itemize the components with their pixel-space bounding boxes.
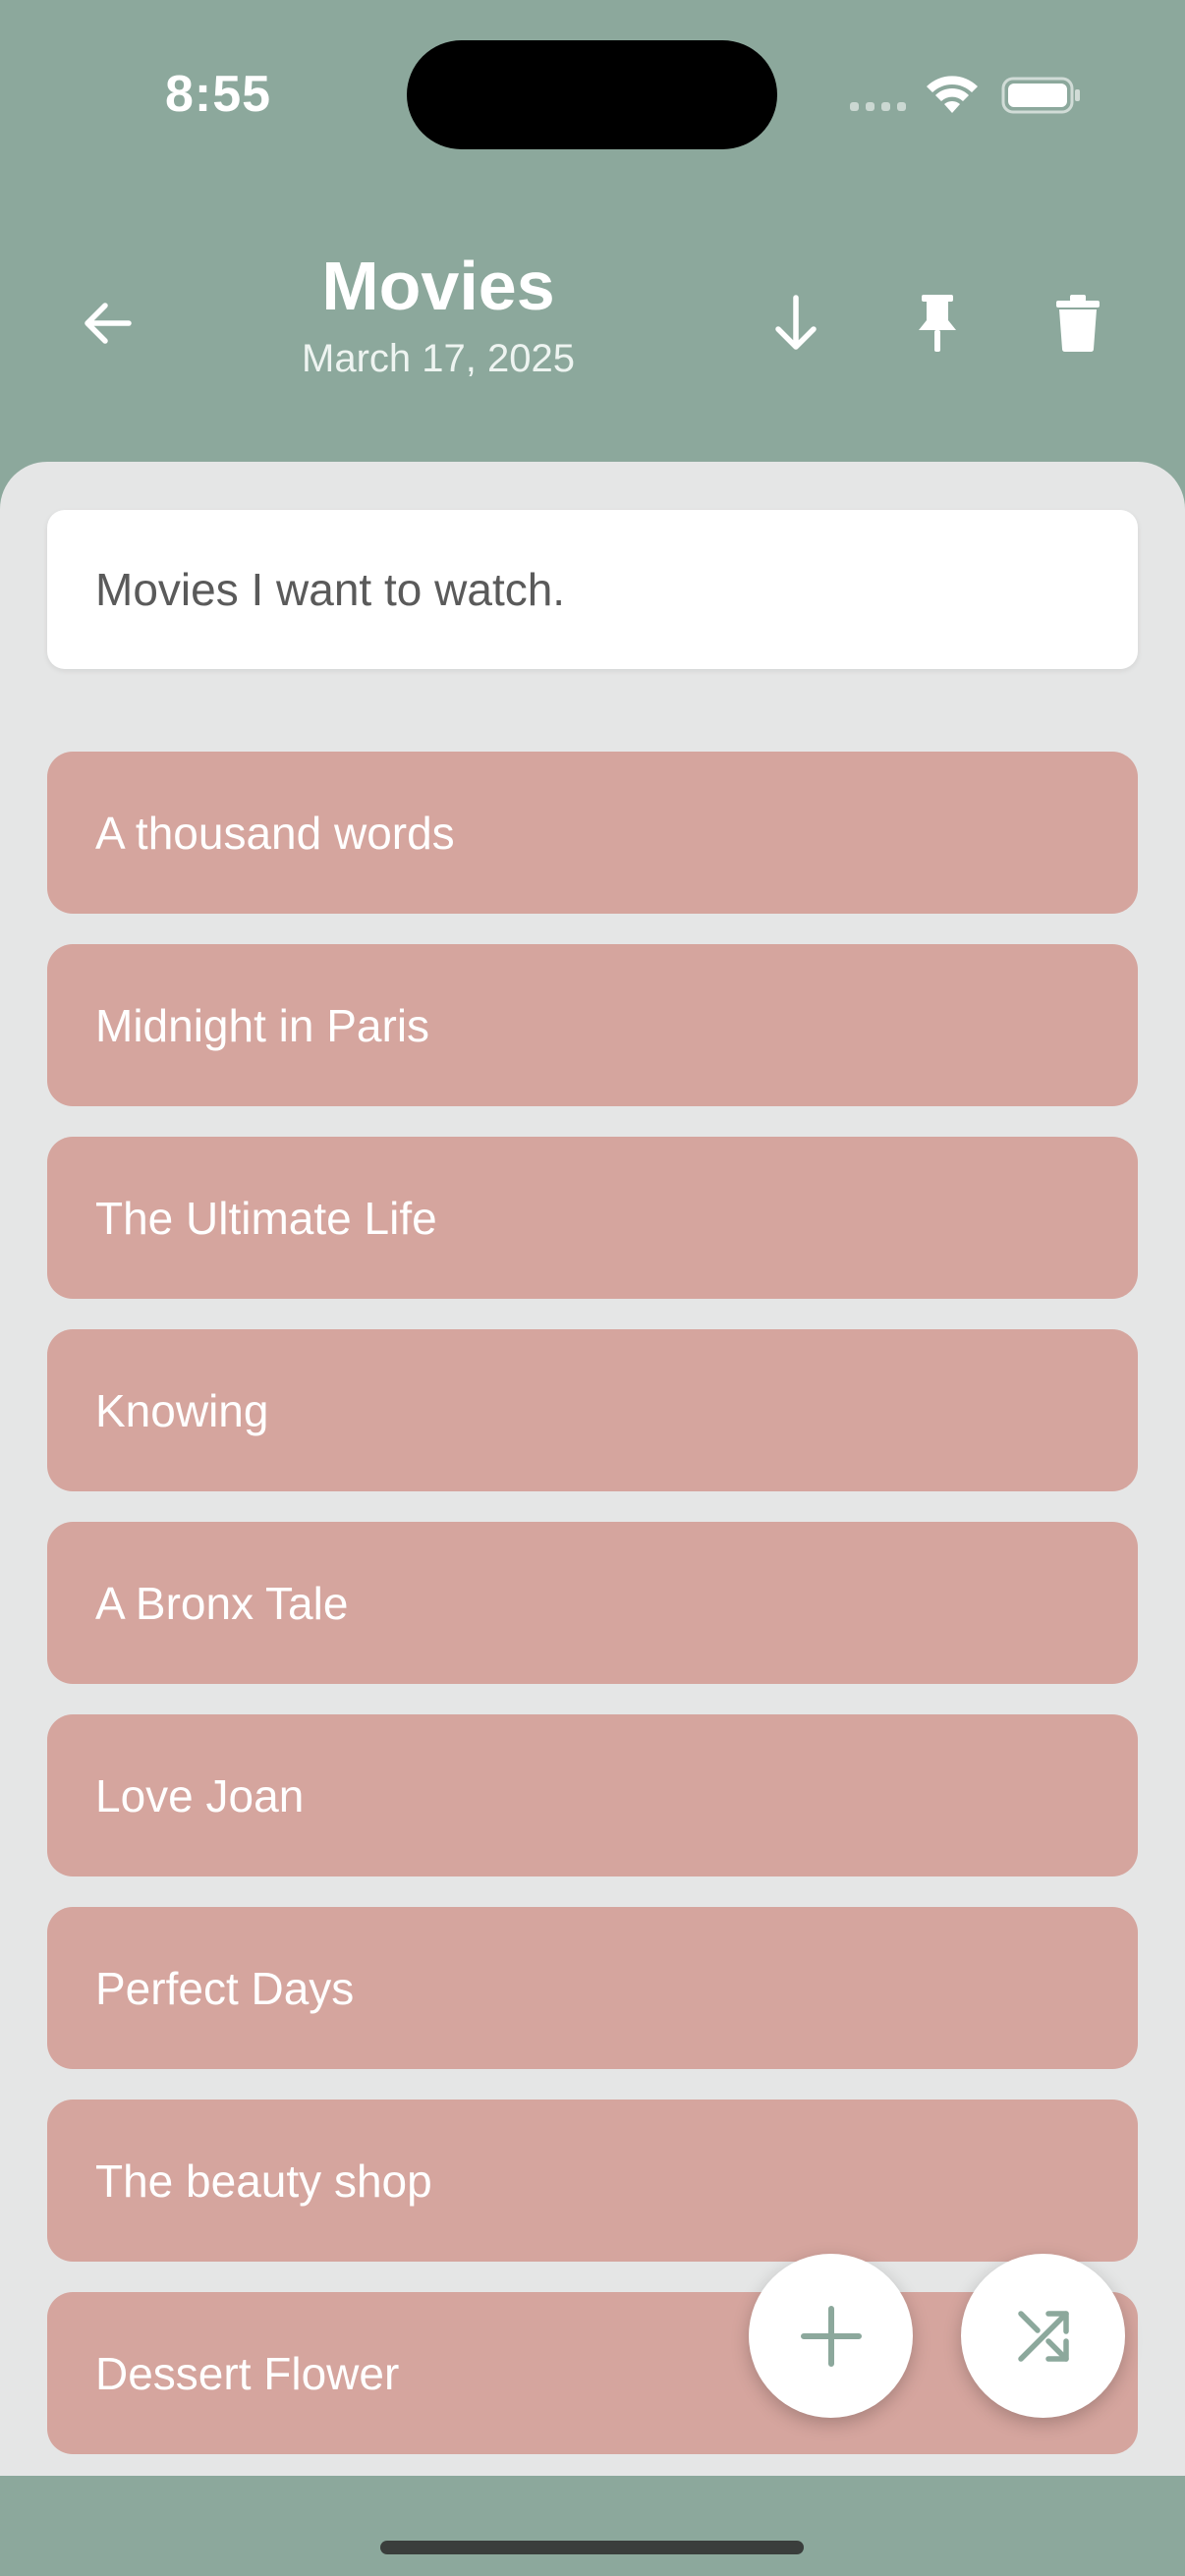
arrow-left-icon xyxy=(85,303,132,344)
cellular-signal-icon xyxy=(850,102,906,111)
list-item-label: Knowing xyxy=(95,1384,269,1436)
list-item-label: The beauty shop xyxy=(95,2155,432,2207)
list-item[interactable]: Love Joan xyxy=(47,1714,1138,1876)
back-button[interactable] xyxy=(69,285,145,362)
shuffle-button[interactable] xyxy=(961,2254,1125,2418)
list-item[interactable]: Perfect Days xyxy=(47,1907,1138,2069)
trash-icon xyxy=(1056,295,1100,352)
list-item[interactable]: A thousand words xyxy=(47,752,1138,914)
status-bar: 8:55 xyxy=(0,0,1185,187)
download-button[interactable] xyxy=(758,285,834,362)
list-item-label: A Bronx Tale xyxy=(95,1577,349,1629)
battery-icon xyxy=(1001,77,1080,114)
list-item[interactable]: The beauty shop xyxy=(47,2100,1138,2262)
description-field[interactable]: Movies I want to watch. xyxy=(47,510,1138,669)
description-text: Movies I want to watch. xyxy=(95,564,566,615)
dynamic-island xyxy=(407,40,777,149)
list-item[interactable]: A Bronx Tale xyxy=(47,1522,1138,1684)
page-title: Movies xyxy=(321,248,555,324)
page-date: March 17, 2025 xyxy=(302,337,575,380)
list-item-label: Perfect Days xyxy=(95,1962,355,2014)
list-item[interactable]: Midnight in Paris xyxy=(47,944,1138,1106)
wifi-icon xyxy=(927,76,978,113)
movie-list[interactable]: A thousand words Midnight in Paris The U… xyxy=(47,752,1138,2476)
app-header: Movies March 17, 2025 xyxy=(0,187,1185,462)
pin-icon xyxy=(919,295,956,352)
arrow-down-icon xyxy=(775,295,817,350)
list-item-label: The Ultimate Life xyxy=(95,1192,437,1244)
add-item-button[interactable] xyxy=(749,2254,913,2418)
list-item-label: Midnight in Paris xyxy=(95,999,430,1051)
list-item-label: Dessert Flower xyxy=(95,2347,400,2399)
bottom-bar xyxy=(0,2476,1185,2576)
shuffle-icon xyxy=(1017,2310,1069,2362)
title-block: Movies March 17, 2025 xyxy=(242,246,635,381)
status-time: 8:55 xyxy=(165,66,272,123)
plus-icon xyxy=(800,2305,862,2367)
pin-button[interactable] xyxy=(899,285,976,362)
list-item[interactable]: The Ultimate Life xyxy=(47,1137,1138,1299)
list-item-label: A thousand words xyxy=(95,807,455,859)
home-indicator[interactable] xyxy=(380,2541,804,2554)
content-panel: Movies I want to watch. A thousand words… xyxy=(0,462,1185,2476)
list-item-label: Love Joan xyxy=(95,1769,305,1821)
delete-button[interactable] xyxy=(1040,285,1116,362)
list-item[interactable]: Knowing xyxy=(47,1329,1138,1491)
